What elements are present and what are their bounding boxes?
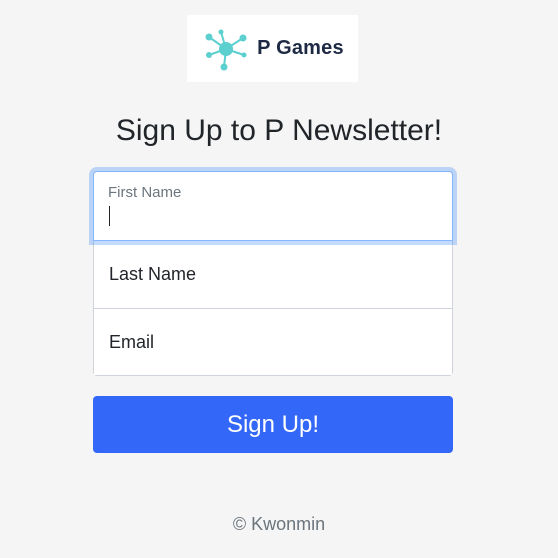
first-name-label: First Name: [108, 184, 182, 201]
first-name-field[interactable]: First Name: [93, 171, 453, 241]
last-name-input[interactable]: [94, 241, 452, 308]
footer-copyright: © Kwonmin: [232, 514, 326, 534]
signup-form: First Name: [93, 171, 453, 376]
sign-up-button[interactable]: Sign Up!: [93, 396, 453, 453]
text-cursor: [109, 206, 110, 226]
page-title: Sign Up to P Newsletter!: [115, 114, 443, 147]
email-input[interactable]: [94, 309, 452, 375]
last-name-field-wrapper: [94, 241, 452, 309]
network-nodes-icon: [205, 29, 247, 70]
email-field-wrapper: [94, 309, 452, 375]
brand-name: P Games: [257, 37, 344, 59]
brand-logo: P Games: [187, 15, 358, 82]
